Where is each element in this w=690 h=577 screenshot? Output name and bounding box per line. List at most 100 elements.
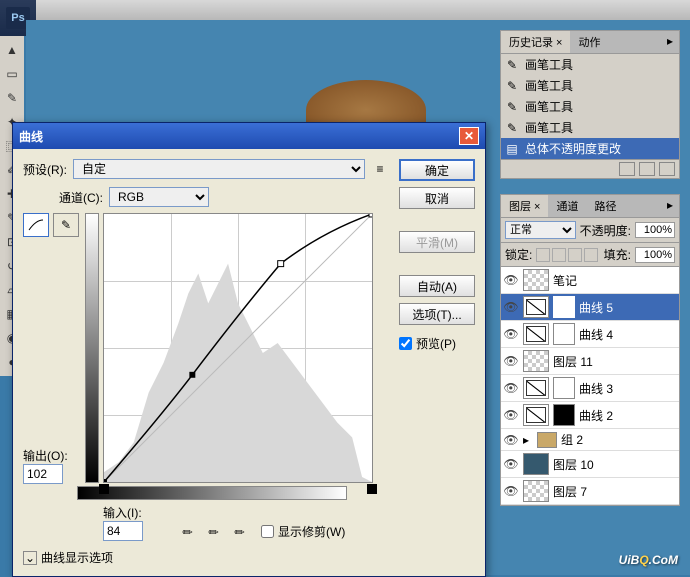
eye-icon[interactable]: 👁 [503,326,519,342]
layer-thumb [523,453,549,475]
layer-item[interactable]: 👁图层 7 [501,478,679,505]
eye-icon[interactable]: 👁 [503,380,519,396]
lasso-tool-icon[interactable]: ✎ [1,87,23,109]
layer-thumb [523,296,549,318]
brush-icon: ✎ [505,100,519,114]
lock-pixels-icon[interactable] [552,248,566,262]
eye-icon[interactable]: 👁 [503,272,519,288]
smooth-button: 平滑(M) [399,231,475,253]
watermark: UiBQ.CoM [619,548,678,569]
lock-all-icon[interactable] [584,248,598,262]
eye-icon[interactable]: 👁 [503,456,519,472]
lock-transparent-icon[interactable] [536,248,550,262]
brush-icon: ✎ [505,79,519,93]
close-button[interactable]: ✕ [459,127,479,145]
opacity-icon: ▤ [505,142,519,156]
cancel-button[interactable]: 取消 [399,187,475,209]
opacity-label: 不透明度: [580,222,631,239]
new-state-button[interactable] [639,162,655,176]
curve-options-label: 曲线显示选项 [41,549,113,566]
tab-actions[interactable]: 动作 [570,31,608,53]
layer-thumb [523,350,549,372]
expand-arrow-icon[interactable]: ▸ [523,433,533,447]
layer-name: 曲线 2 [579,407,613,424]
layers-lock-row: 锁定: 填充: [501,243,679,267]
mask-thumb [553,296,575,318]
eyedropper-white-icon[interactable]: ✎ [231,518,256,543]
curve-area [85,213,373,484]
preview-checkbox[interactable]: 预览(P) [399,335,475,352]
input-gradient [77,486,347,500]
history-item[interactable]: ▤ 总体不透明度更改 [501,138,679,159]
eyedropper-row: ✎ ✎ ✎ 显示修剪(W) [183,522,345,540]
preset-select[interactable]: 自定 [73,159,365,179]
curve-pencil-tool[interactable]: ✎ [53,213,79,237]
expand-arrow-icon[interactable]: ⌄ [23,551,37,565]
layer-name: 图层 11 [553,353,593,370]
tab-history[interactable]: 历史记录 × [501,31,570,53]
output-input[interactable] [23,464,63,484]
curve-graph[interactable] [103,213,373,483]
white-point-slider[interactable] [367,484,377,494]
history-item-label: 总体不透明度更改 [525,140,621,157]
channel-label: 通道(C): [59,189,103,206]
history-item[interactable]: ✎画笔工具 [501,54,679,75]
channel-select[interactable]: RGB [109,187,209,207]
layer-item[interactable]: 👁曲线 5 [501,294,679,321]
preset-label: 预设(R): [23,161,67,178]
eyedropper-gray-icon[interactable]: ✎ [205,518,230,543]
history-item[interactable]: ✎ 画笔工具 [501,96,679,117]
layer-item[interactable]: 👁▸组 2 [501,429,679,451]
curves-dialog: 曲线 ✕ 预设(R): 自定 ≡ 通道(C): RGB ✎ [12,122,486,577]
new-snapshot-button[interactable] [619,162,635,176]
layer-item[interactable]: 👁笔记 [501,267,679,294]
dialog-right: 确定 取消 平滑(M) 自动(A) 选项(T)... 预览(P) [399,159,475,566]
fill-label: 填充: [604,246,631,263]
history-item[interactable]: ✎画笔工具 [501,75,679,96]
history-item[interactable]: ✎ 画笔工具 [501,117,679,138]
show-clipping-checkbox[interactable]: 显示修剪(W) [261,523,345,540]
tab-paths[interactable]: 路径 [586,195,624,217]
layer-item[interactable]: 👁 曲线 4 [501,321,679,348]
blend-mode-select[interactable]: 正常 [505,221,576,239]
layer-item[interactable]: 👁 图层 11 [501,348,679,375]
output-row: 输出(O): [23,447,79,464]
history-item-label: 画笔工具 [525,119,573,136]
marquee-tool-icon[interactable]: ▭ [1,63,23,85]
lock-label: 锁定: [505,246,532,263]
lock-position-icon[interactable] [568,248,582,262]
delete-button[interactable] [659,162,675,176]
layers-panel: 图层 × 通道 路径 ▸ 正常 不透明度: 锁定: 填充: 👁笔记 👁曲线 5 … [500,194,680,506]
panel-menu-icon[interactable]: ▸ [661,195,679,217]
black-point-slider[interactable] [99,484,109,494]
dialog-titlebar[interactable]: 曲线 ✕ [13,123,485,149]
eye-icon[interactable]: 👁 [503,407,519,423]
fill-input[interactable] [635,247,675,263]
eye-icon[interactable]: 👁 [503,483,519,499]
auto-button[interactable]: 自动(A) [399,275,475,297]
layer-item[interactable]: 👁图层 10 [501,451,679,478]
tab-channels[interactable]: 通道 [548,195,586,217]
layer-item[interactable]: 👁曲线 3 [501,375,679,402]
layer-thumb [523,323,549,345]
eyedropper-black-icon[interactable]: ✎ [179,518,204,543]
eye-icon[interactable]: 👁 [503,432,519,448]
curve-point-tool[interactable] [23,213,49,237]
panel-menu-icon[interactable]: ▸ [661,31,679,53]
options-button[interactable]: 选项(T)... [399,303,475,325]
tab-layers[interactable]: 图层 × [501,195,548,217]
history-item-label: 画笔工具 [525,98,573,115]
preset-menu-icon[interactable]: ≡ [371,160,389,178]
layer-name: 曲线 4 [579,326,613,343]
eye-icon[interactable]: 👁 [503,353,519,369]
curve-tools: ✎ [23,213,79,237]
ok-button[interactable]: 确定 [399,159,475,181]
history-panel-tabs: 历史记录 × 动作 ▸ [501,31,679,54]
curve-options-row[interactable]: ⌄ 曲线显示选项 [23,549,389,566]
eye-icon[interactable]: 👁 [503,299,519,315]
move-tool-icon[interactable]: ▲ [1,39,23,61]
layer-item[interactable]: 👁 曲线 2 [501,402,679,429]
opacity-input[interactable] [635,222,675,238]
input-input[interactable] [103,521,143,541]
brush-icon: ✎ [505,121,519,135]
